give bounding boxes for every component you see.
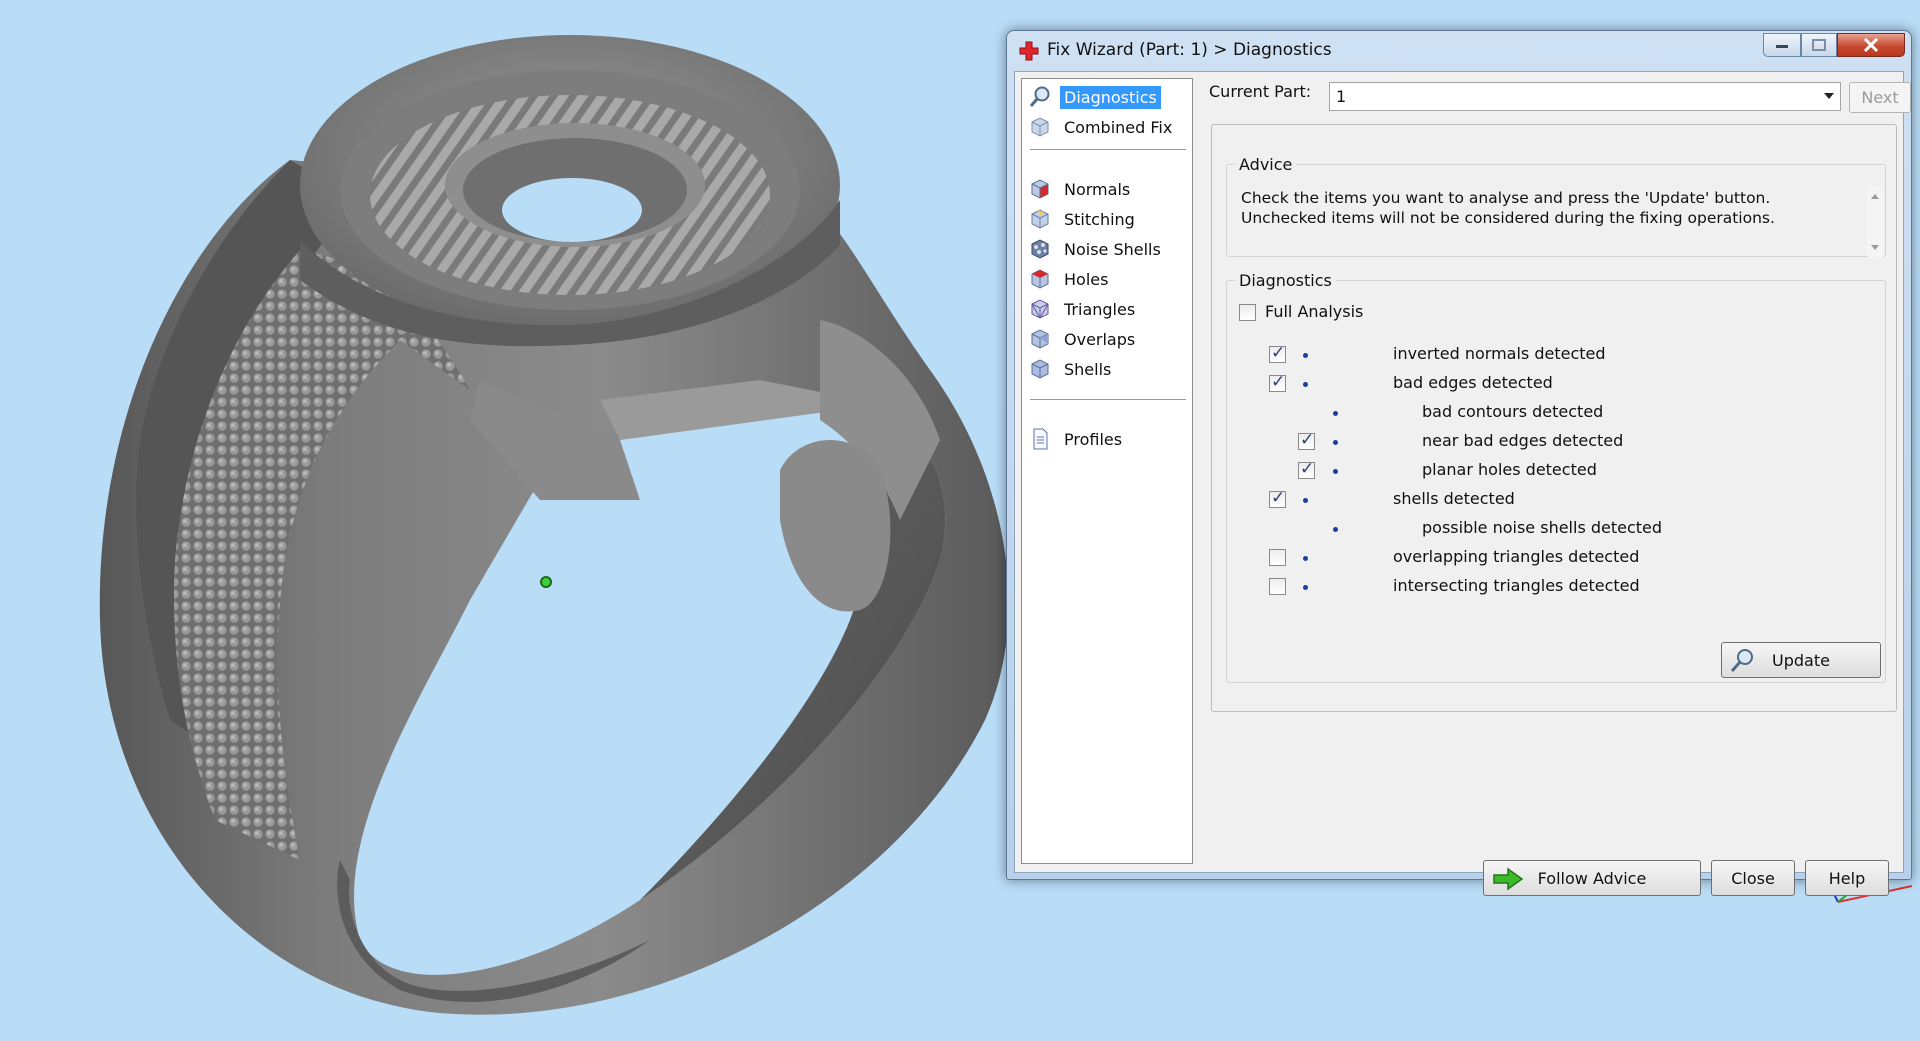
nav-separator — [1030, 399, 1186, 401]
diagnostics-group: Diagnostics ✓ Full Analysis ✓ inverted n… — [1226, 271, 1886, 683]
nav-item-combined-fix[interactable]: Combined Fix — [1028, 113, 1176, 141]
bullet-marker — [1333, 527, 1338, 532]
maximize-button[interactable] — [1801, 33, 1837, 57]
bullet-marker — [1303, 585, 1308, 590]
diagnostics-title: Diagnostics — [1239, 271, 1332, 290]
shells-checkbox[interactable]: ✓ — [1269, 488, 1286, 508]
nav-item-profiles[interactable]: Profiles — [1028, 425, 1126, 453]
nav-item-overlaps[interactable]: Overlaps — [1028, 325, 1139, 353]
intersecting-triangles-label: intersecting triangles detected — [1393, 576, 1640, 595]
bullet-marker — [1303, 498, 1308, 503]
nav-item-normals[interactable]: Normals — [1028, 175, 1134, 203]
advice-text: Check the items you want to analyse and … — [1241, 189, 1775, 227]
minimize-icon — [1776, 45, 1788, 48]
bullet-marker — [1333, 440, 1338, 445]
wizard-navigation: Diagnostics Combined Fix Normals Stitchi… — [1021, 78, 1193, 864]
noise-shells-label: possible noise shells detected — [1422, 518, 1663, 537]
update-label: Update — [1772, 650, 1830, 670]
chevron-down-icon — [1824, 93, 1834, 99]
ring-model[interactable] — [99, 35, 1009, 1015]
magnifier-icon — [1730, 649, 1753, 672]
dialog-client-area: Diagnostics Combined Fix Normals Stitchi… — [1014, 71, 1911, 896]
inverted-normals-label: inverted normals detected — [1393, 344, 1606, 363]
bullet-marker — [1303, 353, 1308, 358]
nav-item-shells[interactable]: Shells — [1028, 355, 1115, 383]
minimize-button[interactable] — [1763, 33, 1801, 57]
window-title: Fix Wizard (Part: 1) > Diagnostics — [1047, 40, 1332, 60]
pivot-marker — [540, 576, 552, 588]
planar-holes-checkbox[interactable]: ✓ — [1298, 459, 1315, 479]
overlaps-cube-icon — [1031, 329, 1049, 349]
bullet-marker — [1333, 469, 1338, 474]
scroll-down-icon[interactable] — [1871, 245, 1879, 250]
nav-item-label: Normals — [1064, 179, 1131, 199]
scroll-up-icon[interactable] — [1871, 194, 1879, 199]
document-icon — [1033, 428, 1048, 450]
diagnostics-panel: Advice Check the items you want to analy… — [1211, 124, 1897, 712]
shells-cube-icon — [1031, 359, 1049, 379]
close-icon — [1863, 38, 1879, 52]
full-analysis-label: Full Analysis — [1265, 302, 1364, 321]
current-part-label: Current Part: — [1209, 82, 1312, 101]
nav-item-diagnostics[interactable]: Diagnostics — [1028, 83, 1161, 111]
near-bad-edges-label: near bad edges detected — [1422, 431, 1624, 450]
nav-item-label: Holes — [1064, 269, 1109, 289]
nav-item-triangles[interactable]: Triangles — [1028, 295, 1139, 323]
red-cross-icon — [1019, 41, 1039, 61]
current-part-select[interactable]: 1 — [1329, 82, 1841, 111]
near-bad-edges-checkbox[interactable]: ✓ — [1298, 430, 1315, 450]
nav-item-label: Profiles — [1064, 429, 1123, 449]
nav-item-label: Stitching — [1064, 209, 1135, 229]
holes-cube-icon — [1031, 269, 1049, 289]
title-bar[interactable]: Fix Wizard (Part: 1) > Diagnostics — [1007, 31, 1911, 71]
close-window-button[interactable] — [1837, 33, 1905, 57]
magnifier-icon — [1029, 86, 1050, 107]
overlapping-triangles-checkbox[interactable]: ✓ — [1269, 549, 1286, 566]
bullet-marker — [1333, 411, 1338, 416]
nav-separator — [1030, 149, 1186, 151]
nav-item-holes[interactable]: Holes — [1028, 265, 1112, 293]
green-arrow-icon — [1493, 867, 1524, 891]
planar-holes-label: planar holes detected — [1422, 460, 1597, 479]
follow-advice-label: Follow Advice — [1537, 868, 1647, 888]
help-button[interactable]: Help — [1805, 860, 1889, 896]
shells-label: shells detected — [1393, 489, 1515, 508]
bullet-marker — [1303, 556, 1308, 561]
triangles-cube-icon — [1031, 299, 1049, 319]
full-analysis-checkbox[interactable]: ✓ — [1239, 304, 1256, 321]
bad-edges-checkbox[interactable]: ✓ — [1269, 372, 1286, 392]
advice-group: Advice Check the items you want to analy… — [1226, 155, 1886, 258]
noise-shells-icon — [1031, 239, 1049, 259]
nav-item-label: Overlaps — [1064, 329, 1136, 349]
next-button[interactable]: Next — [1849, 82, 1911, 113]
close-button[interactable]: Close — [1711, 860, 1795, 896]
update-button[interactable]: Update — [1721, 642, 1881, 678]
bad-contours-label: bad contours detected — [1422, 402, 1604, 421]
overlapping-triangles-label: overlapping triangles detected — [1393, 547, 1640, 566]
bad-edges-label: bad edges detected — [1393, 373, 1553, 392]
nav-item-label: Diagnostics — [1060, 85, 1161, 109]
follow-advice-button[interactable]: Follow Advice — [1483, 860, 1701, 896]
bullet-marker — [1303, 382, 1308, 387]
fix-wizard-dialog: Fix Wizard (Part: 1) > Diagnostics Diagn… — [1006, 30, 1912, 896]
nav-item-stitching[interactable]: Stitching — [1028, 205, 1139, 233]
normals-cube-icon — [1031, 179, 1049, 199]
nav-item-label: Combined Fix — [1064, 117, 1173, 137]
inverted-normals-checkbox[interactable]: ✓ — [1269, 343, 1286, 363]
nav-item-label: Noise Shells — [1064, 239, 1161, 259]
current-part-value: 1 — [1336, 87, 1347, 106]
intersecting-triangles-checkbox[interactable]: ✓ — [1269, 578, 1286, 595]
stitching-cube-icon — [1031, 209, 1049, 229]
cube-icon — [1031, 117, 1049, 137]
advice-scrollbar[interactable] — [1867, 186, 1883, 258]
nav-item-noise-shells[interactable]: Noise Shells — [1028, 235, 1165, 263]
nav-item-label: Triangles — [1064, 299, 1136, 319]
advice-title: Advice — [1239, 155, 1293, 174]
nav-item-label: Shells — [1064, 359, 1112, 379]
maximize-icon — [1812, 39, 1826, 51]
